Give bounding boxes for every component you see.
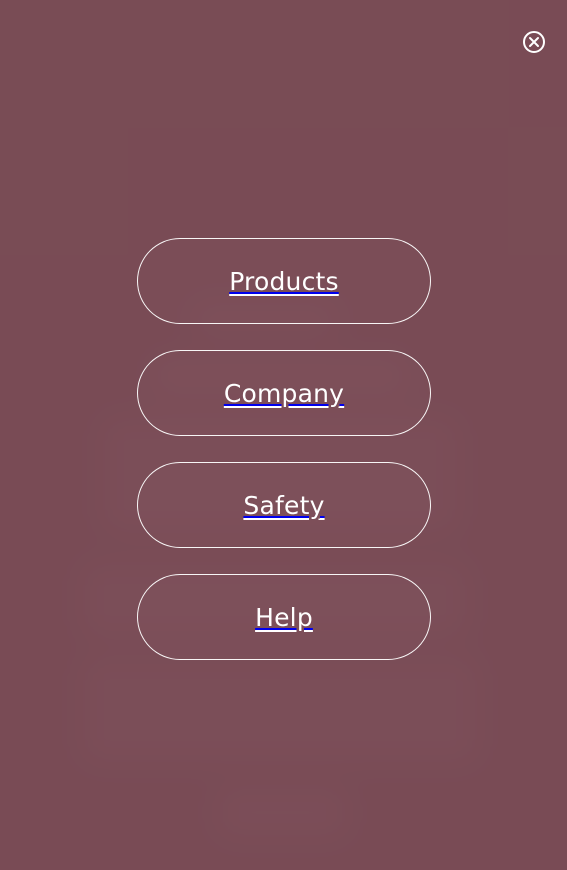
menu-item-safety[interactable]: Safety xyxy=(137,462,431,548)
menu-item-label: Help xyxy=(255,602,313,632)
menu-item-help[interactable]: Help xyxy=(137,574,431,660)
menu-item-label: Products xyxy=(229,266,339,296)
menu-item-products[interactable]: Products xyxy=(137,238,431,324)
overlay-menu: Products Company Safety Help xyxy=(137,238,431,660)
close-circle-icon xyxy=(523,31,545,53)
menu-item-label: Safety xyxy=(243,490,325,520)
close-button[interactable] xyxy=(522,30,546,54)
menu-item-label: Company xyxy=(223,378,345,408)
menu-item-company[interactable]: Company xyxy=(137,350,431,436)
